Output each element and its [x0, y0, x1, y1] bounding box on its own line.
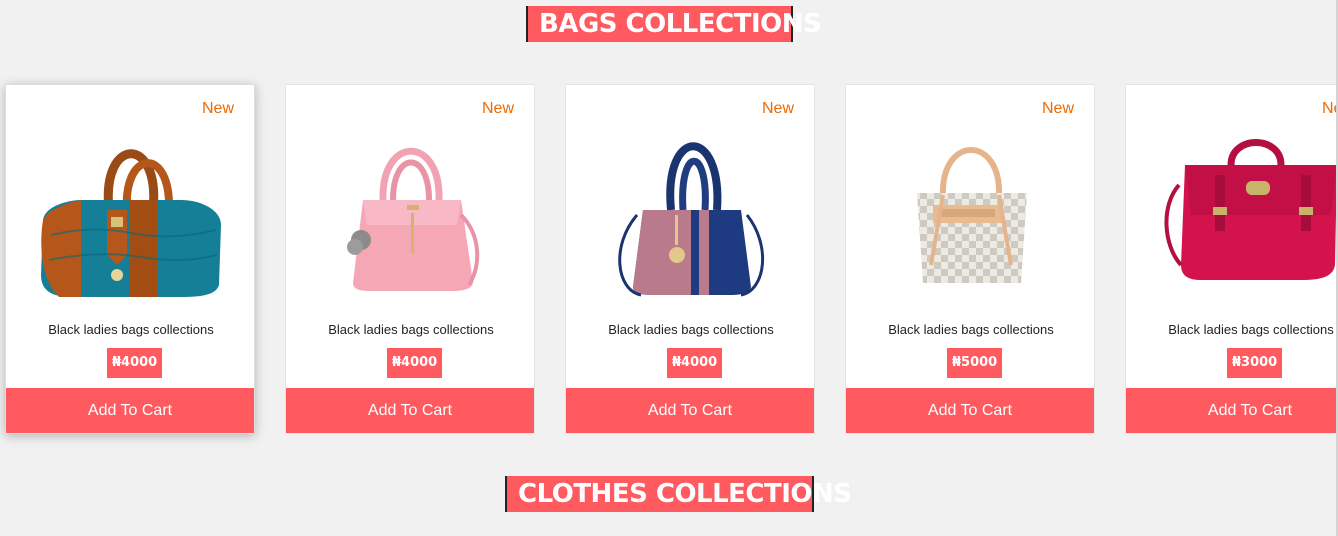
teal-brown-handbag-image[interactable]	[31, 115, 231, 305]
clothes-collections-title: CLOTHES COLLECTIONS	[505, 476, 852, 512]
price-tag: ₦5000	[947, 348, 1003, 378]
add-to-cart-button[interactable]: Add To Cart	[286, 388, 534, 433]
product-name: Black ladies bags collections	[48, 322, 214, 337]
product-card[interactable]: New Black ladies bags collections ₦5000 …	[845, 84, 1095, 434]
add-to-cart-button[interactable]: Add To Cart	[566, 388, 814, 433]
product-name: Black ladies bags collections	[1168, 322, 1334, 337]
add-to-cart-button[interactable]: Add To Cart	[6, 388, 254, 433]
product-name: Black ladies bags collections	[608, 322, 774, 337]
product-carousel: New Black ladies bags collections ₦4000	[0, 0, 1338, 536]
product-card[interactable]: New Black ladies bags collections ₦4000 …	[285, 84, 535, 434]
product-name: Black ladies bags collections	[888, 322, 1054, 337]
add-to-cart-button[interactable]: Add To Cart	[846, 388, 1094, 433]
price-tag: ₦4000	[387, 348, 443, 378]
checkered-beige-handbag-image[interactable]	[871, 115, 1071, 305]
price-tag: ₦4000	[667, 348, 723, 378]
price-tag: ₦4000	[107, 348, 163, 378]
product-card[interactable]: New Black ladies bags collections ₦3000 …	[1125, 84, 1338, 434]
navy-pink-handbag-image[interactable]	[591, 115, 791, 305]
crimson-satchel-image[interactable]	[1151, 115, 1338, 305]
product-card[interactable]: New Black ladies bags collections ₦4000	[5, 84, 255, 434]
product-name: Black ladies bags collections	[328, 322, 494, 337]
price-tag: ₦3000	[1227, 348, 1283, 378]
page: BAGS COLLECTIONS New Black ladies bags c…	[0, 0, 1338, 536]
product-card[interactable]: New Black ladies bags collections ₦4000 …	[565, 84, 815, 434]
pink-handbag-image[interactable]	[311, 115, 511, 305]
add-to-cart-button[interactable]: Add To Cart	[1126, 388, 1338, 433]
